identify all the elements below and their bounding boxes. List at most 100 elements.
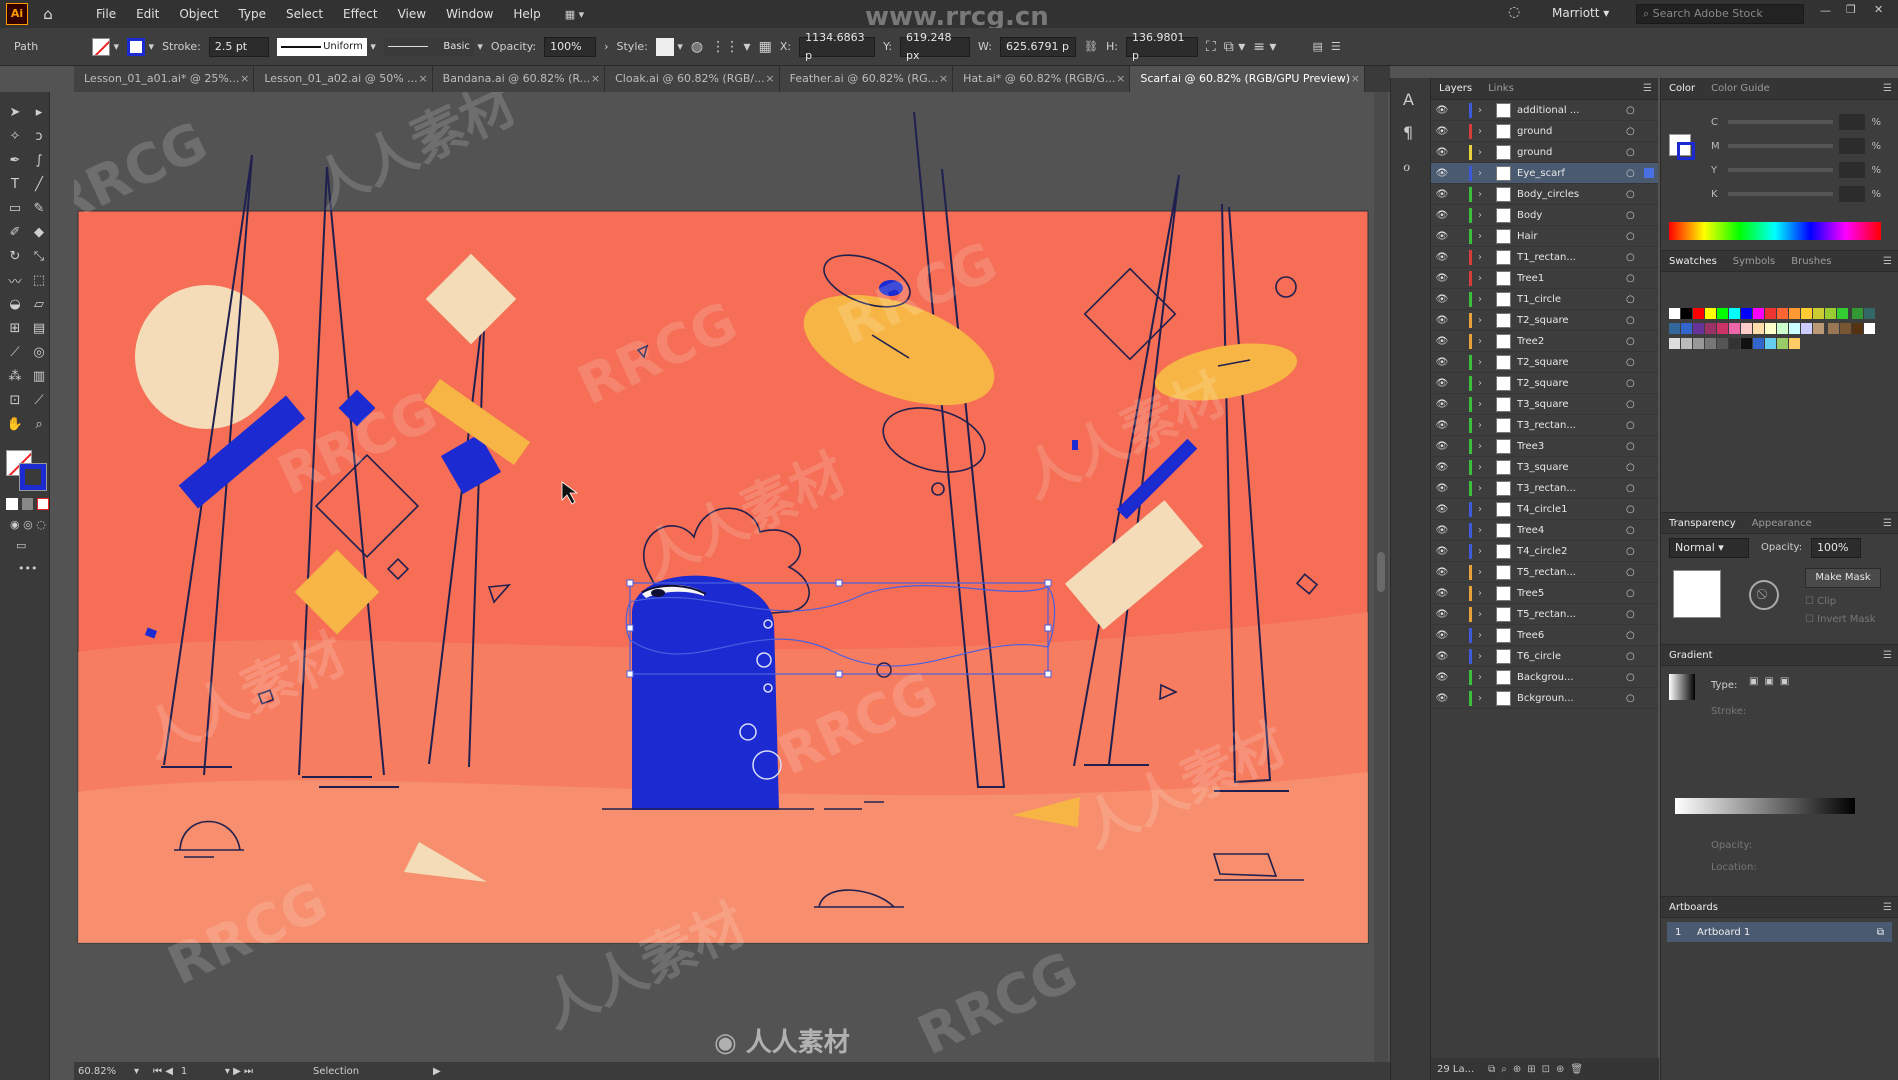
selection-tool-icon[interactable]: ➤ [4,102,26,122]
swatches-grid[interactable] [1669,308,1879,353]
type-tool-icon[interactable]: T [4,174,26,194]
expand-arrow-icon[interactable]: › [1478,609,1490,620]
target-circle-icon[interactable]: ○ [1626,273,1644,284]
expand-arrow-icon[interactable]: › [1478,504,1490,515]
target-circle-icon[interactable]: ○ [1626,231,1644,242]
layer-row[interactable]: 👁 › ground ○ [1431,121,1658,142]
paragraph-panel-icon[interactable]: ¶ [1403,123,1430,142]
zoom-dropdown-icon[interactable]: ▾ [134,1066,139,1077]
tab-links[interactable]: Links [1480,83,1522,94]
align-icon[interactable]: ⋮⋮ ▾ [711,39,750,55]
close-tab-icon[interactable]: × [1351,66,1360,92]
layer-row[interactable]: 👁 › Eye_scarf ○ [1431,163,1658,184]
expand-arrow-icon[interactable]: › [1478,693,1490,704]
panel-toggle-icon[interactable]: ▤ [1312,40,1322,53]
y-field[interactable]: 619.248 px [900,31,971,62]
channel-slider[interactable] [1728,168,1833,172]
artboard-row[interactable]: 1 Artboard 1 ⧉ [1667,922,1892,942]
gradient-tool-icon[interactable]: ▤ [28,318,50,338]
tab-swatches[interactable]: Swatches [1661,256,1725,267]
expand-arrow-icon[interactable]: › [1478,378,1490,389]
make-mask-button[interactable]: Make Mask [1805,568,1881,588]
vertical-scrollbar[interactable] [1374,92,1388,1062]
visibility-eye-icon[interactable]: 👁 [1431,420,1453,431]
status-menu-icon[interactable]: ▶ [433,1066,441,1077]
layer-row[interactable]: 👁 › T3_rectan... ○ [1431,415,1658,436]
layer-row[interactable]: 👁 › T3_square ○ [1431,394,1658,415]
selection-indicator-icon[interactable] [1644,168,1654,178]
expand-arrow-icon[interactable]: › [1478,588,1490,599]
blend-tool-icon[interactable]: ◎ [28,342,50,362]
layers-menu-icon[interactable]: ☰ [1643,83,1658,94]
restore-button[interactable]: ❐ [1846,3,1856,16]
close-tab-icon[interactable]: × [939,66,948,92]
expand-arrow-icon[interactable]: › [1478,630,1490,641]
tab-appearance[interactable]: Appearance [1744,518,1820,529]
magic-wand-tool-icon[interactable]: ✧ [4,126,26,146]
layer-row[interactable]: 👁 › T5_rectan... ○ [1431,562,1658,583]
target-circle-icon[interactable]: ○ [1626,609,1644,620]
eyedropper-tool-icon[interactable]: ⟋ [4,342,26,362]
channel-field[interactable] [1838,186,1866,202]
visibility-eye-icon[interactable]: 👁 [1431,462,1453,473]
expand-arrow-icon[interactable]: › [1478,273,1490,284]
layer-row[interactable]: 👁 › Body ○ [1431,205,1658,226]
free-transform-tool-icon[interactable]: ⬚ [28,270,50,290]
target-circle-icon[interactable]: ○ [1626,462,1644,473]
brush-definition[interactable]: Basic ▾ [383,37,483,56]
visibility-eye-icon[interactable]: 👁 [1431,210,1453,221]
expand-arrow-icon[interactable]: › [1478,126,1490,137]
document-tab[interactable]: Lesson_01_a01.ai* @ 25%... × [74,66,255,92]
mesh-tool-icon[interactable]: ⊞ [4,318,26,338]
target-circle-icon[interactable]: ○ [1626,693,1644,704]
tab-artboards[interactable]: Artboards [1661,902,1726,913]
target-circle-icon[interactable]: ○ [1626,504,1644,515]
gradient-type-icons[interactable]: ▣▣▣ [1749,676,1795,687]
expand-arrow-icon[interactable]: › [1478,483,1490,494]
expand-arrow-icon[interactable]: › [1478,252,1490,263]
target-circle-icon[interactable]: ○ [1626,483,1644,494]
warp-tool-icon[interactable]: 〰 [4,270,26,290]
invert-mask-checkbox[interactable]: ☐ Invert Mask [1805,614,1875,625]
target-circle-icon[interactable]: ○ [1626,399,1644,410]
pen-tool-icon[interactable]: ✒ [4,150,26,170]
blend-mode-select[interactable]: Normal ▾ [1669,538,1749,558]
target-circle-icon[interactable]: ○ [1626,378,1644,389]
expand-arrow-icon[interactable]: › [1478,168,1490,179]
expand-arrow-icon[interactable]: › [1478,399,1490,410]
artboards-menu-icon[interactable]: ☰ [1883,902,1898,913]
target-circle-icon[interactable]: ○ [1626,126,1644,137]
color-channel-y[interactable]: Y% [1711,158,1881,182]
target-circle-icon[interactable]: ○ [1626,567,1644,578]
transparency-menu-icon[interactable]: ☰ [1883,518,1898,529]
expand-arrow-icon[interactable]: › [1478,441,1490,452]
opentype-panel-icon[interactable]: ℴ [1403,156,1430,175]
minimize-button[interactable]: — [1820,4,1831,17]
tab-transparency[interactable]: Transparency [1661,518,1744,529]
artboard-number[interactable]: 1 [181,1066,217,1077]
stroke-box[interactable] [19,463,47,491]
artboard-options-icon[interactable]: ⧉ [1877,927,1892,938]
visibility-eye-icon[interactable]: 👁 [1431,504,1453,515]
w-field[interactable]: 625.6791 p [1000,36,1076,57]
document-tab[interactable]: Hat.ai* @ 60.82% (RGB/G... × [953,66,1131,92]
draw-mode-icon[interactable]: ◉ ◎ ◌ [10,518,49,531]
visibility-eye-icon[interactable]: 👁 [1431,693,1453,704]
scale-tool-icon[interactable]: ⤡ [28,246,50,266]
x-field[interactable]: 1134.6863 p [799,31,876,62]
artwork-svg[interactable] [74,92,1390,1062]
swatches-menu-icon[interactable]: ☰ [1883,256,1898,267]
shaper-tool-icon[interactable]: ✐ [4,222,26,242]
fill-swatch[interactable]: ▾ [92,37,119,56]
close-tab-icon[interactable]: × [1116,66,1125,92]
zoom-level[interactable]: 60.82% [78,1066,134,1077]
target-circle-icon[interactable]: ○ [1626,210,1644,221]
menu-object[interactable]: Object [169,7,228,21]
document-tab[interactable]: Lesson_01_a02.ai @ 50% ... × [254,66,433,92]
character-panel-icon[interactable]: A [1403,90,1430,109]
expand-arrow-icon[interactable]: › [1478,210,1490,221]
color-channel-m[interactable]: M% [1711,134,1881,158]
artboard-nav-icon[interactable]: ⏮ ◀ [153,1066,173,1077]
stock-search-input[interactable]: ⌕ Search Adobe Stock [1636,4,1804,24]
lightbulb-icon[interactable]: ◌ [1508,4,1520,20]
